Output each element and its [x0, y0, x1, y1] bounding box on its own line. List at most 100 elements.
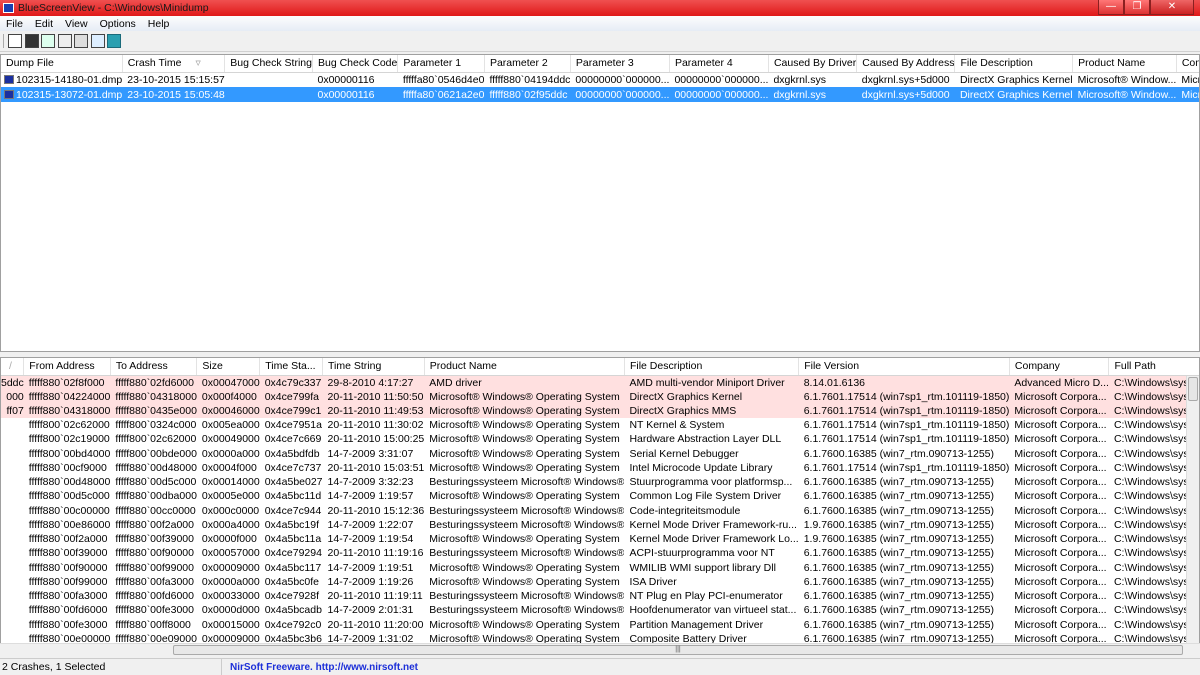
driver-row[interactable]: fffff880`00fd6000 fffff880`00fe3000 0x0000…	[1, 603, 1199, 617]
driver-column-header[interactable]: Size	[196, 358, 261, 376]
crash-cell-text: Microsoft	[1181, 88, 1200, 101]
column-header[interactable]: Product Name	[1072, 55, 1177, 73]
driver-column-header[interactable]: Company	[1009, 358, 1110, 376]
menu-options[interactable]: Options	[94, 18, 142, 30]
exit-icon[interactable]	[107, 34, 121, 48]
column-header[interactable]: Parameter 2	[484, 55, 571, 73]
driver-cell: Microsoft® Windows® Operating System	[429, 490, 620, 503]
driver-column-header[interactable]: File Description	[624, 358, 800, 376]
driver-row[interactable]: ff07 fffff880`04318000 fffff880`0435e000 0x…	[1, 403, 1199, 418]
driver-row[interactable]: fffff800`02c62000 fffff800`0324c000 0x005e…	[1, 418, 1199, 432]
column-header[interactable]: Caused By Driver	[768, 55, 858, 73]
driver-row[interactable]: fffff880`00d48000 fffff880`00d5c000 0x0001…	[1, 475, 1199, 489]
driver-column-header[interactable]: Time String	[322, 358, 425, 376]
crash-cell: fffff880`04194ddc	[484, 72, 570, 87]
driver-cell: Microsoft Corpora...	[1014, 533, 1107, 546]
crash-cell: 102315-14180-01.dmp	[1, 72, 122, 87]
column-header[interactable]: Crash Time ▿	[122, 55, 226, 73]
driver-column-header[interactable]: Full Path	[1108, 358, 1199, 376]
driver-row[interactable]: fffff880`00f99000 fffff880`00fa3000 0x0000…	[1, 575, 1199, 589]
driver-row[interactable]: fffff880`00fe3000 fffff880`00ff8000 0x0001…	[1, 618, 1199, 632]
driver-column-header[interactable]: Product Name	[424, 358, 625, 376]
column-header[interactable]: Parameter 3	[570, 55, 670, 73]
driver-row[interactable]: fffff880`00e86000 fffff880`00f2a000 0x000a…	[1, 518, 1199, 532]
driver-cell	[1, 561, 24, 575]
driver-cell: 6.1.7600.16385 (win7_rtm.090713-1255)	[803, 476, 995, 489]
crash-cell: 00000000`000000...	[669, 87, 769, 102]
advanced-options-icon[interactable]	[74, 34, 88, 48]
toolbar-separator	[3, 34, 5, 48]
column-header[interactable]: Bug Check Code	[312, 55, 399, 73]
driver-cell: Stuurprogramma voor platformsp...	[629, 476, 793, 489]
crash-row[interactable]: 102315-14180-01.dmp 23-10-2015 15:15:57 0x…	[1, 72, 1200, 87]
column-header[interactable]: Caused By Address	[856, 55, 956, 73]
menu-edit[interactable]: Edit	[29, 18, 59, 30]
menu-help[interactable]: Help	[142, 18, 176, 30]
driver-row[interactable]: fffff880`00c00000 fffff880`00cc0000 0x000c…	[1, 504, 1199, 518]
driver-cell: Microsoft Corpora...	[1014, 518, 1107, 531]
properties-icon[interactable]	[8, 34, 22, 48]
driver-column-header[interactable]: /	[1, 358, 25, 376]
crash-cell-text: Microsoft	[1181, 73, 1200, 86]
driver-column-header[interactable]: To Address	[110, 358, 198, 376]
crash-cell-text: 23-10-2015 15:15:57	[127, 73, 225, 86]
driver-row[interactable]: fffff880`00f39000 fffff880`00f90000 0x0005…	[1, 546, 1199, 560]
copy-icon[interactable]	[57, 34, 72, 48]
dump-file-icon	[4, 89, 14, 99]
column-header-label: Bug Check Code	[317, 57, 398, 70]
driver-cell: 0x4ce79294	[264, 547, 322, 560]
driver-row[interactable]: 5ddc fffff880`02f8f000 fffff880`02fd6000 0x…	[1, 375, 1199, 390]
driver-column-header[interactable]: Time Sta...	[259, 358, 324, 376]
crash-list-table: Dump File Crash Time ▿ Bug Check String Bug …	[1, 55, 1200, 102]
column-header[interactable]: Dump File	[1, 55, 123, 73]
vertical-scrollbar[interactable]	[1186, 376, 1199, 643]
nirsoft-link[interactable]: NirSoft Freeware. http://www.nirsoft.net	[222, 662, 418, 673]
column-header[interactable]: File Description	[954, 55, 1074, 73]
column-header[interactable]: Parameter 1	[397, 55, 485, 73]
vertical-scroll-thumb[interactable]	[1188, 377, 1198, 401]
driver-cell: 14-7-2009 3:31:07	[327, 447, 414, 460]
driver-row[interactable]: fffff880`00f90000 fffff880`00f99000 0x0000…	[1, 561, 1199, 575]
column-header-label: Company	[1181, 57, 1199, 70]
minimize-button[interactable]: —	[1098, 0, 1124, 15]
refresh-icon[interactable]	[41, 34, 55, 48]
driver-cell: fffff880`00ff8000	[115, 618, 191, 631]
driver-row[interactable]: fffff880`00f2a000 fffff880`00f39000 0x0000…	[1, 532, 1199, 546]
crash-cell-text: 23-10-2015 15:05:48	[127, 88, 225, 101]
save-icon[interactable]	[24, 34, 39, 48]
driver-cell: 0x00047000	[196, 375, 260, 390]
find-icon[interactable]	[90, 34, 105, 48]
driver-row[interactable]: fffff880`00cf9000 fffff880`00d48000 0x0004…	[1, 461, 1199, 475]
close-button[interactable]: ✕	[1150, 0, 1194, 15]
crash-cell: 23-10-2015 15:15:57	[122, 72, 225, 87]
column-header-label: File Description	[960, 57, 1033, 70]
crash-row[interactable]: 102315-13072-01.dmp 23-10-2015 15:05:48 0x…	[1, 87, 1200, 102]
crash-cell: 0x00000116	[312, 87, 398, 102]
menu-view[interactable]: View	[59, 18, 94, 30]
driver-row[interactable]: fffff880`00fa3000 fffff880`00fd6000 0x0003…	[1, 589, 1199, 603]
driver-cell	[1, 504, 24, 518]
driver-cell: 0x4a5bc0fe	[264, 575, 320, 588]
column-header[interactable]: Company	[1176, 55, 1199, 73]
column-header[interactable]: Parameter 4	[669, 55, 769, 73]
maximize-button[interactable]: ❐	[1124, 0, 1150, 15]
driver-cell: 0x4ce7c669	[264, 433, 322, 446]
driver-row[interactable]: 000 fffff880`04224000 fffff880`04318000 0x0…	[1, 389, 1199, 404]
driver-cell	[1, 518, 24, 532]
driver-column-header[interactable]: File Version	[798, 358, 1010, 376]
menu-file[interactable]: File	[0, 18, 29, 30]
crash-cell: Microsoft® Window...	[1072, 87, 1177, 102]
driver-cell: Microsoft Corpora...	[1014, 419, 1107, 432]
column-header[interactable]: Bug Check String	[224, 55, 313, 73]
driver-cell: Microsoft® Windows® Operating System	[429, 561, 620, 574]
crash-cell: dxgkrnl.sys+5d000	[857, 72, 955, 87]
driver-row[interactable]: fffff800`02c19000 fffff800`02c62000 0x0004…	[1, 432, 1199, 446]
horizontal-scrollbar[interactable]: |||	[0, 643, 1200, 656]
driver-column-header[interactable]: From Address	[23, 358, 111, 376]
driver-cell: Microsoft Corpora...	[1014, 490, 1107, 503]
driver-row[interactable]: fffff800`00bd4000 fffff800`00bde000 0x0000…	[1, 447, 1199, 461]
horizontal-scroll-thumb[interactable]: |||	[173, 645, 1183, 655]
driver-row[interactable]: fffff880`00d5c000 fffff880`00dba000 0x0005…	[1, 489, 1199, 503]
driver-cell: fffff880`00d5c000	[115, 476, 197, 489]
driver-cell: 6.1.7601.17514 (win7sp1_rtm.101119-1850)	[803, 419, 1010, 432]
